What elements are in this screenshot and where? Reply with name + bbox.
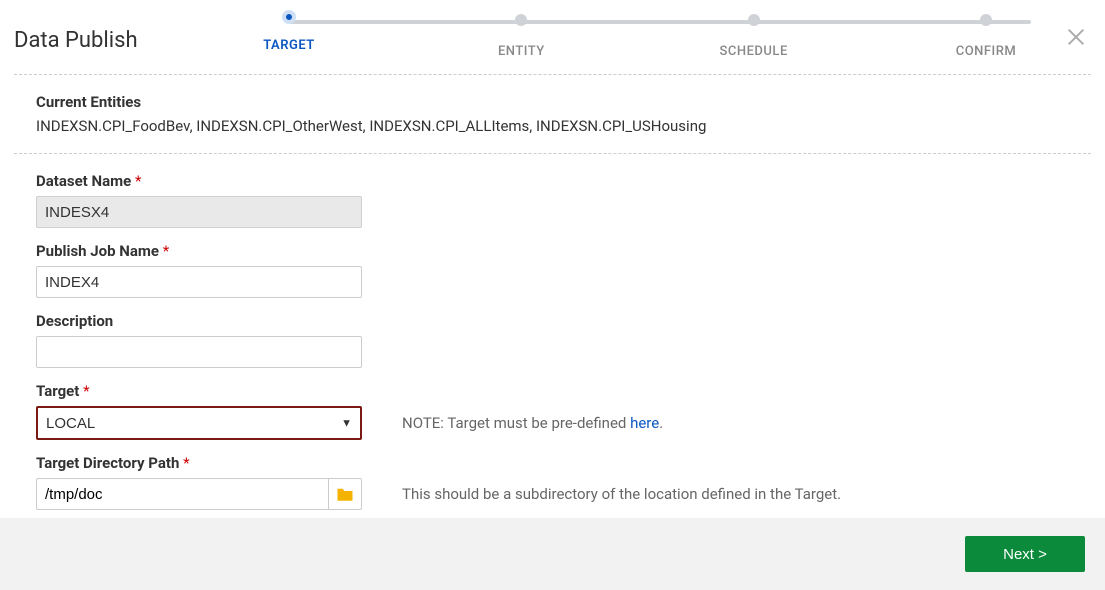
target-directory-label: Target Directory Path * bbox=[36, 454, 1069, 472]
dataset-name-label: Dataset Name * bbox=[36, 172, 362, 190]
label-text: Target Directory Path bbox=[36, 454, 179, 472]
step-label: TARGET bbox=[263, 38, 315, 53]
page-title: Data Publish bbox=[14, 28, 244, 53]
step-dot-icon bbox=[748, 14, 760, 26]
required-marker: * bbox=[163, 242, 169, 260]
target-form: Dataset Name * Publish Job Name * Descri… bbox=[0, 154, 1105, 510]
current-entities-label: Current Entities bbox=[36, 93, 1069, 111]
required-marker: * bbox=[183, 454, 189, 472]
step-target[interactable]: TARGET bbox=[244, 10, 334, 53]
step-label: CONFIRM bbox=[956, 44, 1017, 59]
label-text: Dataset Name bbox=[36, 172, 131, 190]
step-dot-icon bbox=[515, 14, 527, 26]
current-entities-value: INDEXSN.CPI_FoodBev, INDEXSN.CPI_OtherWe… bbox=[36, 117, 1069, 135]
footer-bar: Next > bbox=[0, 518, 1105, 590]
target-select[interactable]: LOCAL bbox=[36, 406, 362, 440]
publish-job-name-input[interactable] bbox=[36, 266, 362, 298]
label-text: Target bbox=[36, 382, 79, 400]
step-schedule[interactable]: SCHEDULE bbox=[709, 10, 799, 59]
target-directory-hint: This should be a subdirectory of the loc… bbox=[362, 485, 841, 503]
step-entity[interactable]: ENTITY bbox=[476, 10, 566, 59]
publish-job-name-label: Publish Job Name * bbox=[36, 242, 362, 260]
note-suffix: . bbox=[659, 414, 663, 432]
current-entities-block: Current Entities INDEXSN.CPI_FoodBev, IN… bbox=[0, 75, 1105, 135]
stepper: TARGET ENTITY SCHEDULE CONFIRM bbox=[244, 8, 1091, 68]
note-text: NOTE: Target must be pre-defined bbox=[402, 414, 630, 432]
label-text: Publish Job Name bbox=[36, 242, 159, 260]
required-marker: * bbox=[83, 382, 89, 400]
target-label: Target * bbox=[36, 382, 1069, 400]
target-here-link[interactable]: here bbox=[630, 414, 659, 432]
step-dot-icon bbox=[980, 14, 992, 26]
step-dot-icon bbox=[282, 10, 296, 24]
step-label: SCHEDULE bbox=[720, 44, 788, 59]
next-button[interactable]: Next > bbox=[965, 536, 1085, 572]
dataset-name-input bbox=[36, 196, 362, 228]
step-confirm[interactable]: CONFIRM bbox=[941, 10, 1031, 59]
required-marker: * bbox=[135, 172, 141, 190]
close-icon[interactable] bbox=[1065, 26, 1087, 48]
folder-icon bbox=[336, 486, 354, 502]
description-input[interactable] bbox=[36, 336, 362, 368]
browse-folder-button[interactable] bbox=[328, 478, 362, 510]
target-directory-input[interactable] bbox=[36, 478, 328, 510]
step-label: ENTITY bbox=[498, 44, 545, 59]
description-label: Description bbox=[36, 312, 362, 330]
target-note: NOTE: Target must be pre-defined here. bbox=[362, 414, 663, 432]
